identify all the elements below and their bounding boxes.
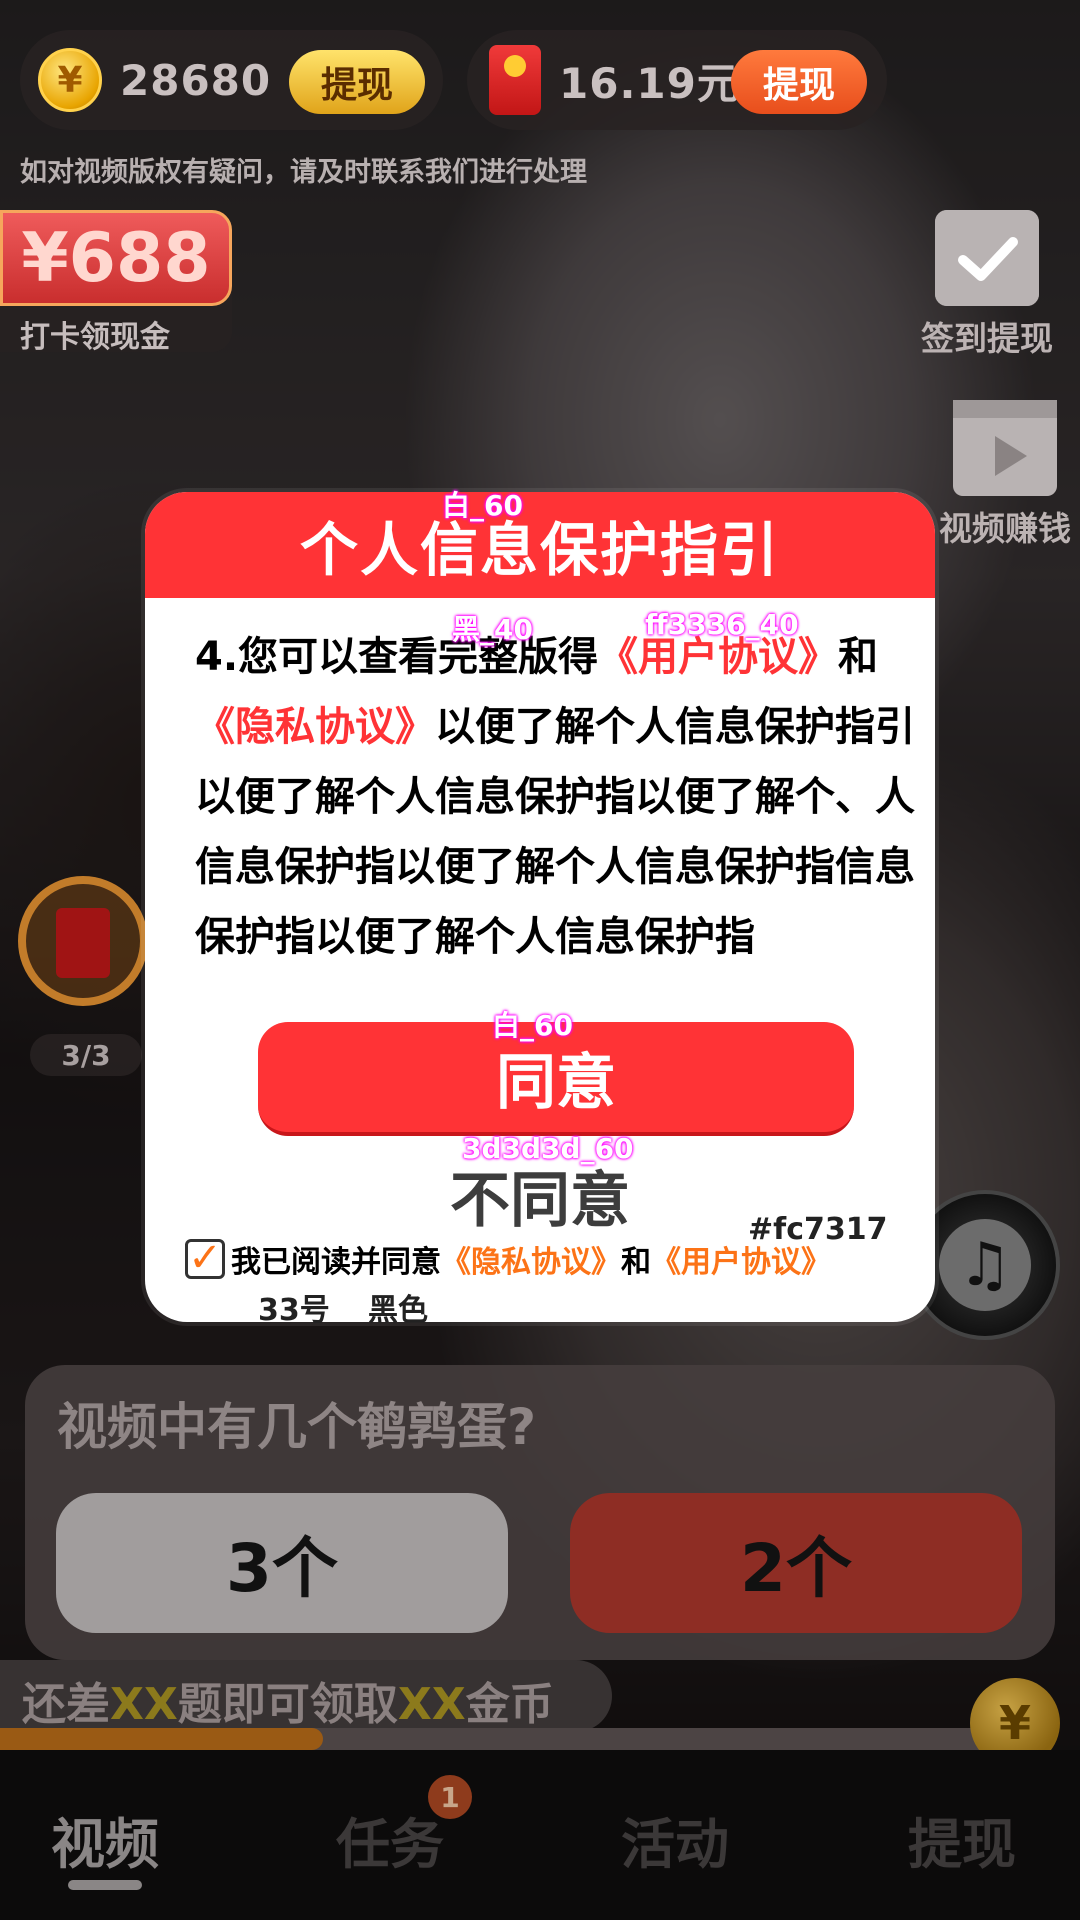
coin-balance-pill: ¥ 28680 提现	[20, 30, 443, 130]
calendar-check-icon	[935, 204, 1039, 306]
consent-user-link[interactable]: 《用户协议》	[651, 1245, 831, 1280]
dialog-body: 4.您可以查看完整版得《用户协议》和《隐私协议》以便了解个人信息保护指引以便了解…	[195, 634, 915, 960]
consent-checkbox[interactable]: ✓	[185, 1238, 225, 1279]
checkin-amount: ¥688	[0, 210, 232, 306]
consent-row: ✓ 我已阅读并同意《隐私协议》和《用户协议》	[185, 1237, 831, 1281]
bottom-nav: 视频 任务 1 活动 提现	[0, 1750, 1080, 1920]
video-earn-button[interactable]: 视频赚钱	[930, 400, 1080, 550]
copyright-notice: 如对视频版权有疑问，请及时联系我们进行处理	[20, 157, 587, 188]
coin-icon: ¥	[38, 48, 102, 112]
goal-text: 还差XX题即可领取XX金币	[22, 1679, 554, 1730]
signin-withdraw-label: 签到提现	[921, 319, 1053, 358]
floating-redpacket[interactable]	[18, 876, 148, 1026]
cash-balance-pill: 16.19元 提现	[467, 30, 887, 130]
music-note-icon: ♫	[939, 1219, 1031, 1311]
answer-option-a[interactable]: 3个	[56, 1493, 508, 1633]
annotation-consent-color-name: 黑色	[368, 1293, 428, 1328]
redpacket-progress: 3/3	[30, 1034, 142, 1076]
checkin-card[interactable]: ¥688 打卡领现金	[0, 210, 232, 355]
privacy-agreement-link[interactable]: 《隐私协议》	[195, 704, 435, 750]
annotation-disagree-spec: 3d3d3d_60	[462, 1132, 634, 1165]
goal-progress-fill	[0, 1728, 324, 1750]
privacy-guide-dialog: 个人信息保护指引 4.您可以查看完整版得《用户协议》和《隐私协议》以便了解个人信…	[145, 492, 935, 1322]
nav-tab-video[interactable]: 视频	[5, 1800, 205, 1879]
annotation-agree-spec: 白_60	[492, 1009, 573, 1042]
nav-active-indicator	[68, 1880, 142, 1890]
answer-option-b[interactable]: 2个	[570, 1493, 1022, 1633]
question-text: 视频中有几个鹌鹑蛋?	[57, 1398, 537, 1456]
annotation-consent-size: 33号	[258, 1293, 330, 1328]
cash-withdraw-button[interactable]: 提现	[731, 50, 867, 114]
annotation-body-spec: 黑_40	[452, 613, 533, 646]
annotation-title-spec: 白_60	[442, 489, 523, 522]
video-play-icon	[953, 400, 1057, 496]
red-envelope-icon	[489, 45, 541, 115]
red-envelope-icon	[56, 908, 110, 978]
checkin-label: 打卡领现金	[20, 320, 170, 355]
question-panel: 视频中有几个鹌鹑蛋? 3个 2个	[25, 1365, 1055, 1660]
dialog-header: 个人信息保护指引	[145, 492, 935, 598]
signin-withdraw-button[interactable]: 签到提现	[912, 204, 1062, 360]
cash-amount: 16.19元	[559, 58, 740, 108]
consent-text: 我已阅读并同意《隐私协议》和《用户协议》	[231, 1245, 831, 1280]
task-badge: 1	[428, 1775, 472, 1819]
dialog-title: 个人信息保护指引	[299, 516, 780, 584]
nav-tab-withdraw[interactable]: 提现	[862, 1800, 1062, 1879]
annotation-link-spec: ff3336_40	[645, 608, 799, 641]
goal-progress-bar	[0, 1728, 980, 1750]
coin-withdraw-button[interactable]: 提现	[289, 50, 425, 114]
video-earn-label: 视频赚钱	[939, 509, 1071, 548]
nav-tab-activity[interactable]: 活动	[575, 1800, 775, 1879]
goal-banner: 还差XX题即可领取XX金币	[0, 1660, 612, 1732]
coin-amount: 28680	[120, 55, 272, 105]
consent-privacy-link[interactable]: 《隐私协议》	[441, 1245, 621, 1280]
annotation-consent-color: #fc7317	[748, 1212, 888, 1247]
